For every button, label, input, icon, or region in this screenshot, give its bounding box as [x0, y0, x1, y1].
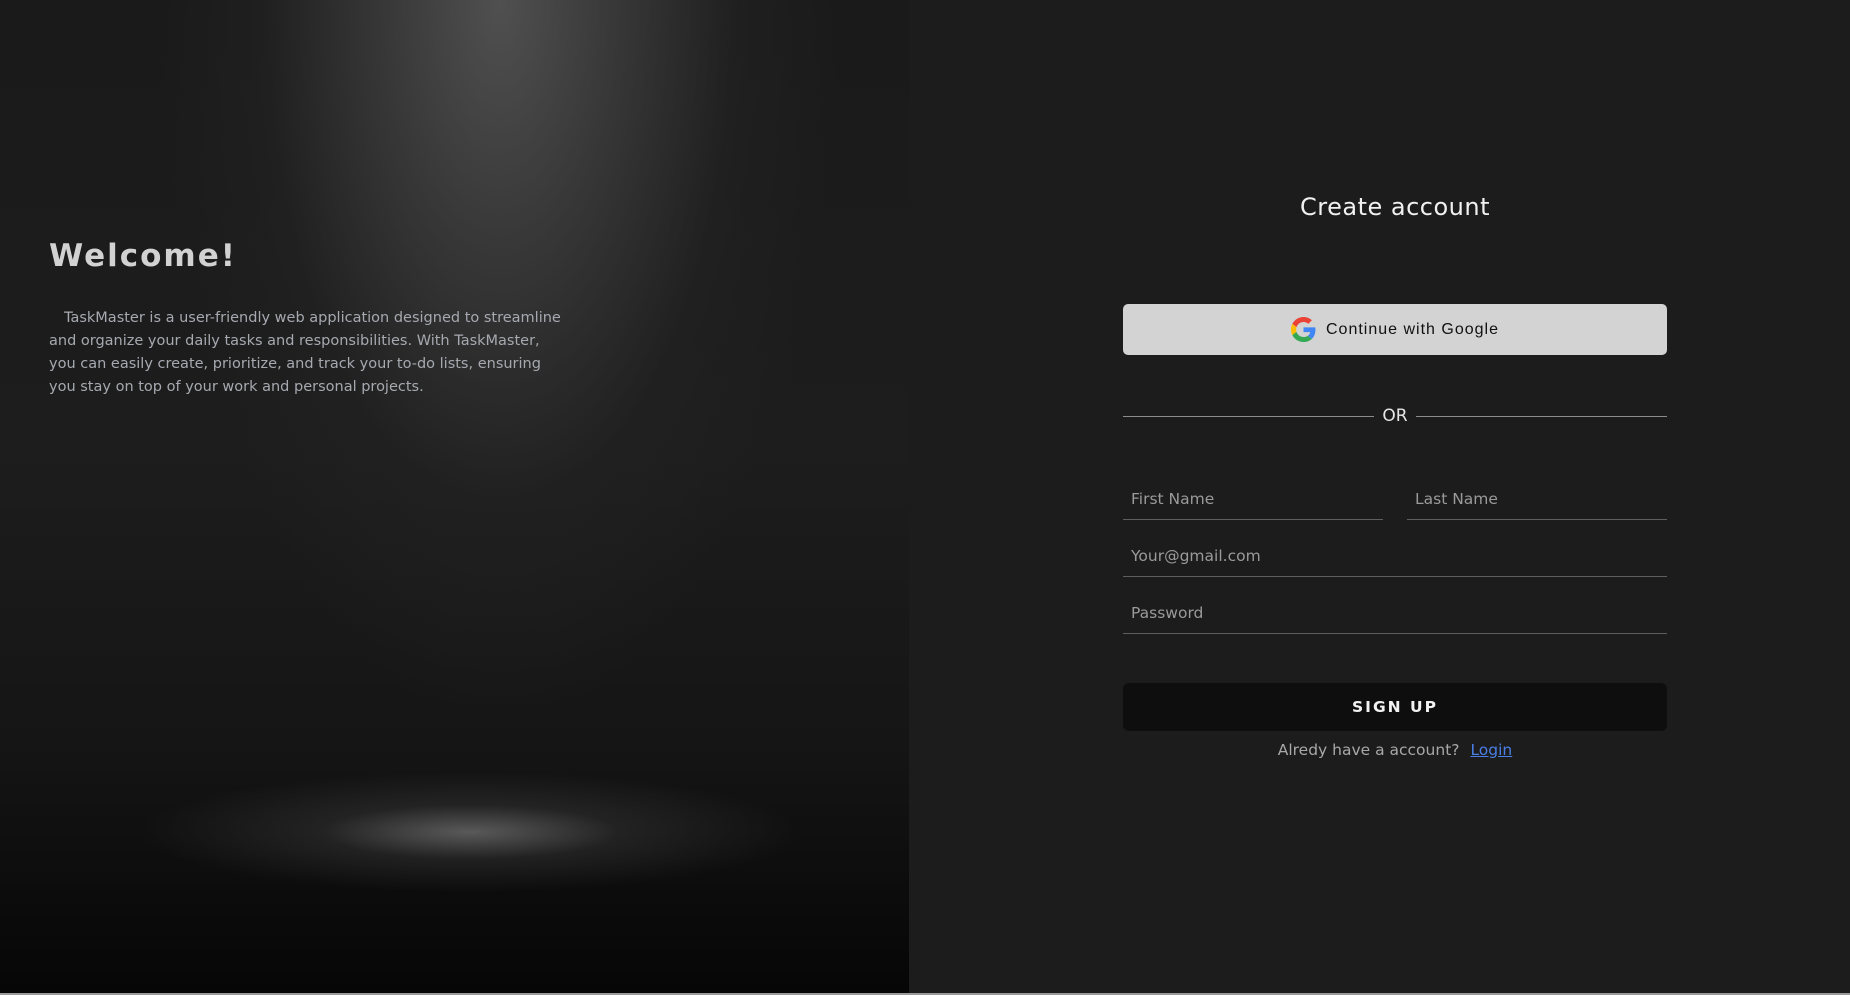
or-divider: OR — [1123, 406, 1668, 426]
first-name-input[interactable] — [1123, 478, 1383, 520]
welcome-description: TaskMaster is a user-friendly web applic… — [49, 310, 561, 395]
divider-or-text: OR — [1382, 406, 1408, 426]
create-account-title: Create account — [1300, 193, 1490, 221]
login-link[interactable]: Login — [1470, 741, 1512, 759]
email-input[interactable] — [1123, 535, 1667, 577]
welcome-title: Welcome! — [49, 238, 237, 274]
last-name-input[interactable] — [1407, 478, 1667, 520]
welcome-panel: Welcome! TaskMaster is a user-friendly w… — [0, 0, 909, 993]
continue-with-google-button[interactable]: Continue with Google — [1123, 304, 1667, 355]
google-button-label: Continue with Google — [1326, 320, 1499, 338]
divider-line-left — [1123, 415, 1375, 417]
signup-page: Welcome! TaskMaster is a user-friendly w… — [0, 0, 1850, 995]
divider-line-right — [1415, 415, 1668, 417]
login-prompt-text: Alredy have a account? — [1277, 741, 1460, 759]
google-g-icon — [1291, 317, 1316, 342]
login-prompt-row: Alredy have a account? Login — [1123, 741, 1667, 759]
password-input[interactable] — [1123, 592, 1667, 634]
signup-panel: Create account Continue with Google OR F… — [909, 0, 1850, 993]
sign-up-button[interactable]: SIGN UP — [1123, 683, 1667, 731]
